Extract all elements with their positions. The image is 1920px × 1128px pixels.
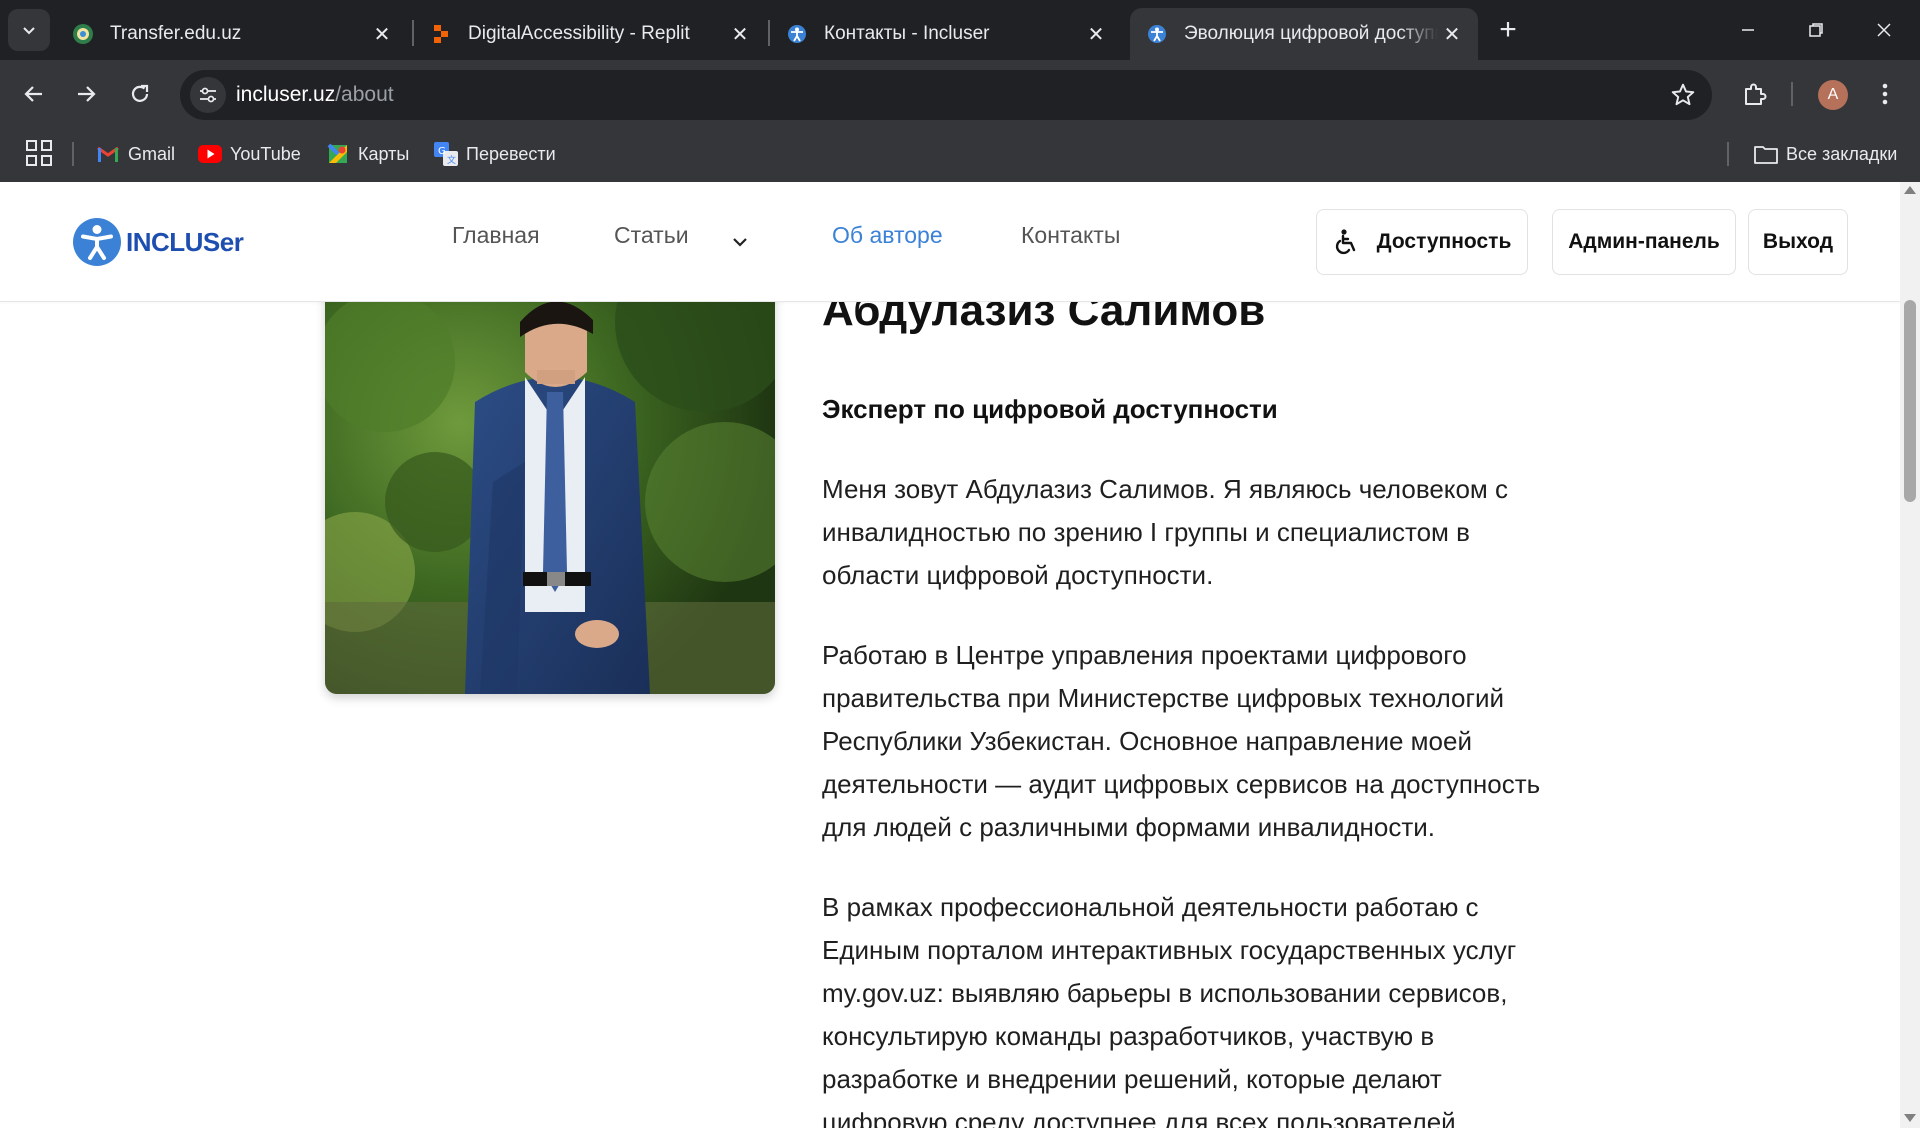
address-bar[interactable]: incluser.uz/about (180, 70, 1712, 120)
minimize-button[interactable] (1714, 0, 1782, 60)
tab-evolution-active[interactable]: Эволюция цифровой доступно ✕ (1130, 8, 1478, 60)
admin-panel-button[interactable]: Админ-панель (1552, 209, 1736, 275)
back-button[interactable] (14, 74, 54, 114)
page-viewport: INCLUSer Главная Статьи Об авторе Контак… (0, 182, 1900, 1128)
bookmark-label: Карты (358, 143, 410, 164)
url-text[interactable]: incluser.uz/about (236, 83, 394, 107)
puzzle-icon (1745, 83, 1767, 105)
close-icon[interactable]: ✕ (368, 20, 396, 48)
bookmarks-divider (1727, 142, 1729, 166)
translate-icon: G文 (434, 142, 458, 166)
all-bookmarks-label: Все закладки (1786, 143, 1898, 164)
nav-about[interactable]: Об авторе (832, 222, 943, 249)
arrow-left-icon (24, 86, 42, 102)
author-role: Эксперт по цифровой доступности (822, 394, 1278, 424)
toolbar-divider (1791, 82, 1793, 106)
svg-text:文: 文 (447, 154, 456, 166)
logo-text: INCLUSer (126, 226, 244, 257)
tab-strip: Transfer.edu.uz ✕ DigitalAccessibility -… (0, 0, 1920, 60)
incluser-icon (1146, 23, 1168, 45)
more-vert-icon (1882, 83, 1888, 105)
nav-articles[interactable]: Статьи (614, 222, 689, 249)
about-paragraph: Работаю в Центре управления проектами ци… (822, 640, 1541, 842)
bookmarks-divider (72, 142, 74, 166)
bookmark-translate[interactable]: G文 Перевести (434, 139, 556, 169)
chevron-down-icon (23, 27, 35, 35)
url-path: /about (335, 83, 394, 106)
tab-transfer[interactable]: Transfer.edu.uz ✕ (56, 8, 408, 60)
restore-button[interactable] (1782, 0, 1850, 60)
author-photo (325, 242, 775, 694)
reload-icon (131, 84, 149, 102)
accessibility-button[interactable]: Доступность (1316, 209, 1528, 275)
tab-search-button[interactable] (8, 9, 50, 51)
profile-avatar[interactable]: A (1818, 80, 1848, 110)
accessibility-logo-icon (73, 218, 121, 266)
site-info-button[interactable] (190, 77, 226, 113)
browser-chrome: Transfer.edu.uz ✕ DigitalAccessibility -… (0, 0, 1920, 182)
bookmark-youtube[interactable]: YouTube (198, 139, 301, 169)
wheelchair-icon (1335, 229, 1355, 255)
nav-contacts[interactable]: Контакты (1021, 222, 1120, 249)
chevron-down-icon[interactable] (730, 232, 750, 252)
tab-title: Эволюция цифровой доступно (1184, 23, 1438, 44)
all-bookmarks-button[interactable]: Все закладки (1754, 139, 1897, 169)
reload-button[interactable] (120, 74, 160, 114)
bookmark-label: YouTube (230, 143, 301, 164)
author-portrait-image (325, 242, 775, 694)
vertical-scrollbar[interactable] (1900, 182, 1920, 1128)
restore-icon (1809, 23, 1823, 37)
svg-text:G: G (438, 146, 446, 157)
close-icon (1877, 23, 1891, 37)
youtube-icon (198, 142, 222, 166)
site-logo[interactable]: INCLUSer (72, 216, 244, 268)
scrollbar-thumb[interactable] (1904, 300, 1916, 502)
bookmark-star-icon[interactable] (1670, 82, 1696, 108)
arrow-right-icon (78, 86, 96, 102)
emblem-icon (72, 23, 94, 45)
tab-title: Контакты - Incluser (824, 23, 990, 44)
bookmarks-bar: Gmail YouTube Карты G文 Перевести Все зак… (0, 128, 1920, 182)
tab-contacts[interactable]: Контакты - Incluser ✕ (770, 8, 1122, 60)
nav-home[interactable]: Главная (452, 222, 540, 249)
bookmark-label: Gmail (128, 143, 176, 164)
site-header: INCLUSer Главная Статьи Об авторе Контак… (0, 182, 1900, 302)
tab-replit[interactable]: DigitalAccessibility - Replit ✕ (414, 8, 766, 60)
bookmark-label: Перевести (466, 143, 556, 164)
logout-button[interactable]: Выход (1748, 209, 1848, 275)
minimize-icon (1742, 29, 1754, 31)
browser-toolbar: incluser.uz/about A (0, 60, 1920, 128)
gmail-icon (96, 142, 120, 166)
close-icon[interactable]: ✕ (726, 20, 754, 48)
scroll-down-arrow-icon[interactable] (1904, 1114, 1916, 1122)
tab-title: DigitalAccessibility - Replit (468, 23, 690, 44)
about-paragraph: В рамках профессиональной деятельности р… (822, 892, 1517, 1128)
scroll-up-arrow-icon[interactable] (1904, 186, 1916, 194)
maps-icon (326, 142, 350, 166)
new-tab-button[interactable]: + (1490, 12, 1526, 48)
about-paragraph: Меня зовут Абдулазиз Салимов. Я являюсь … (822, 474, 1509, 590)
replit-icon (430, 23, 452, 45)
apps-grid-icon[interactable] (24, 138, 54, 168)
bookmark-maps[interactable]: Карты (326, 139, 409, 169)
tune-icon (200, 87, 216, 103)
accessibility-button-label: Доступность (1376, 230, 1512, 253)
bookmark-gmail[interactable]: Gmail (96, 139, 175, 169)
close-icon[interactable]: ✕ (1438, 20, 1466, 48)
browser-menu-button[interactable] (1870, 74, 1900, 114)
forward-button[interactable] (66, 74, 106, 114)
tab-title: Transfer.edu.uz (110, 23, 242, 44)
close-window-button[interactable] (1850, 0, 1918, 60)
url-host: incluser.uz (236, 83, 336, 106)
close-icon[interactable]: ✕ (1082, 20, 1110, 48)
folder-icon (1754, 142, 1778, 166)
extensions-button[interactable] (1734, 74, 1774, 114)
incluser-icon (786, 23, 808, 45)
